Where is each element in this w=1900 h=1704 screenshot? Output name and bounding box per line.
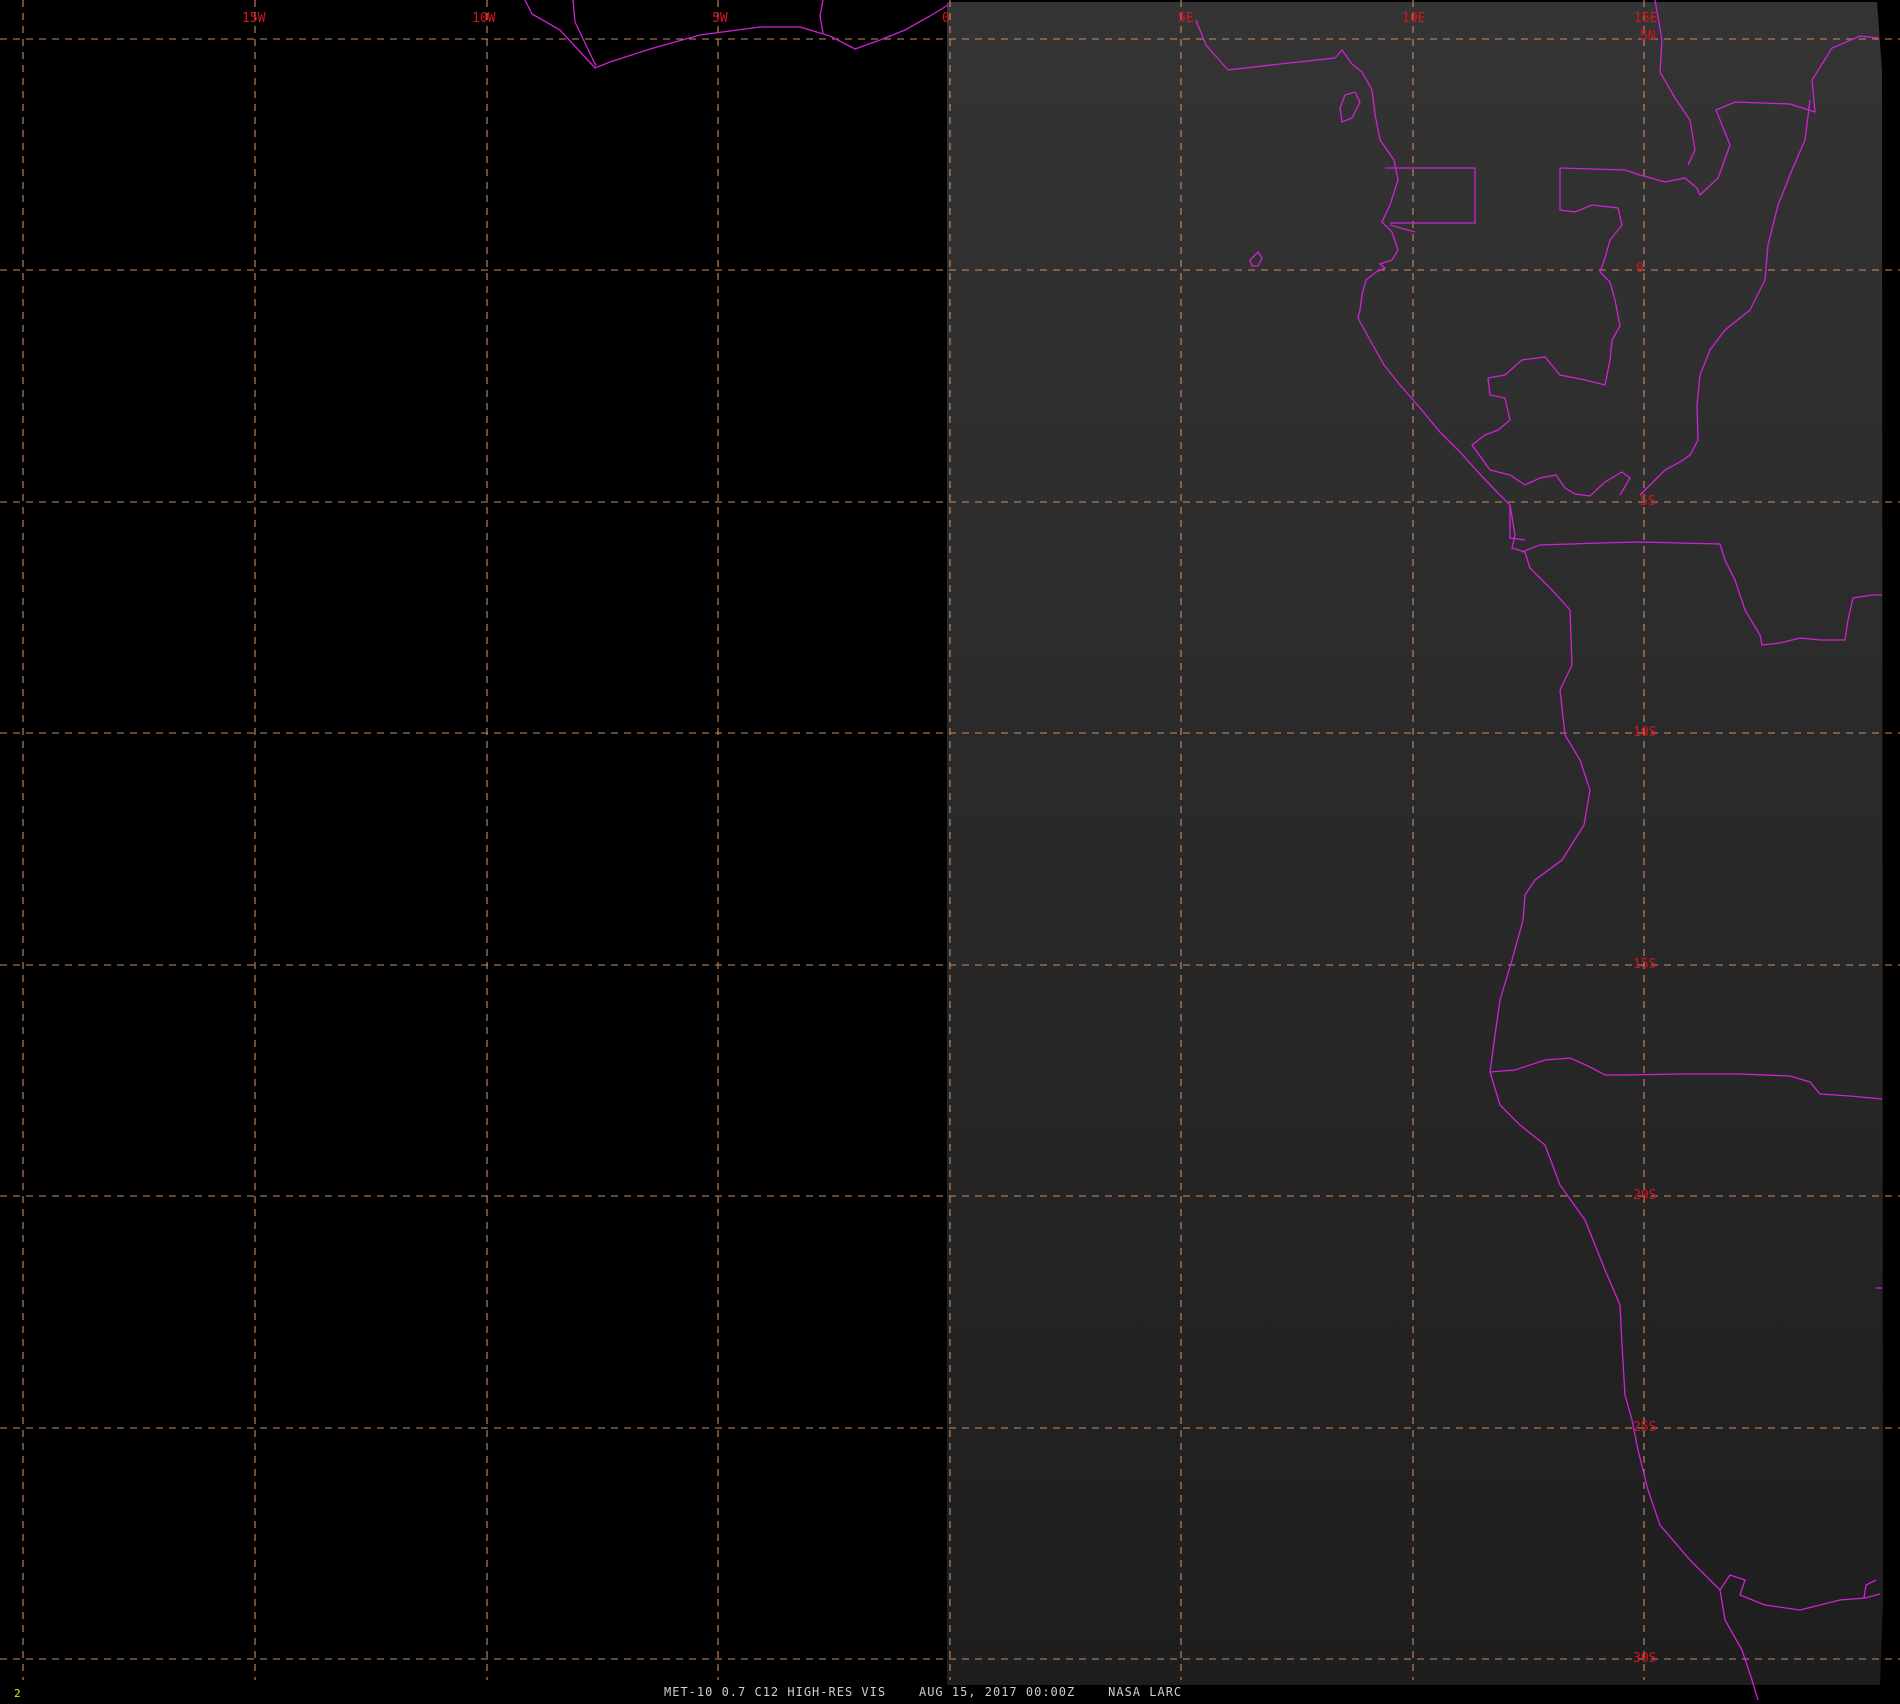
longitude-label-5w: 5W [712,11,728,26]
latitude-label-10s: 10S [1633,725,1656,740]
latitude-label-20s: 20S [1633,1188,1656,1203]
satellite-map-view: 15W 10W 5W 0 5E 10E 15E 5N 0 5S 10S 15S … [0,0,1900,1701]
longitude-label-10e: 10E [1402,11,1425,26]
frame-number: 2 [14,1687,21,1700]
latitude-label-5s: 5S [1640,494,1656,509]
latitude-label-0: 0 [1636,261,1644,276]
longitude-label-15e: 15E [1634,11,1657,26]
latitude-label-5n: 5N [1640,29,1656,44]
latitude-label-15s: 15S [1633,957,1656,972]
longitude-label-15w: 15W [242,11,266,26]
image-caption: MET-10 0.7 C12 HIGH-RES VIS AUG 15, 2017… [664,1685,1182,1699]
latitude-label-25s: 25S [1633,1420,1656,1435]
longitude-label-10w: 10W [472,11,496,26]
map-canvas: 15W 10W 5W 0 5E 10E 15E 5N 0 5S 10S 15S … [0,0,1900,1701]
longitude-label-0: 0 [942,11,950,26]
satellite-image-swath [947,2,1883,1685]
longitude-label-5e: 5E [1178,11,1194,26]
latitude-label-30s: 30S [1633,1651,1656,1666]
